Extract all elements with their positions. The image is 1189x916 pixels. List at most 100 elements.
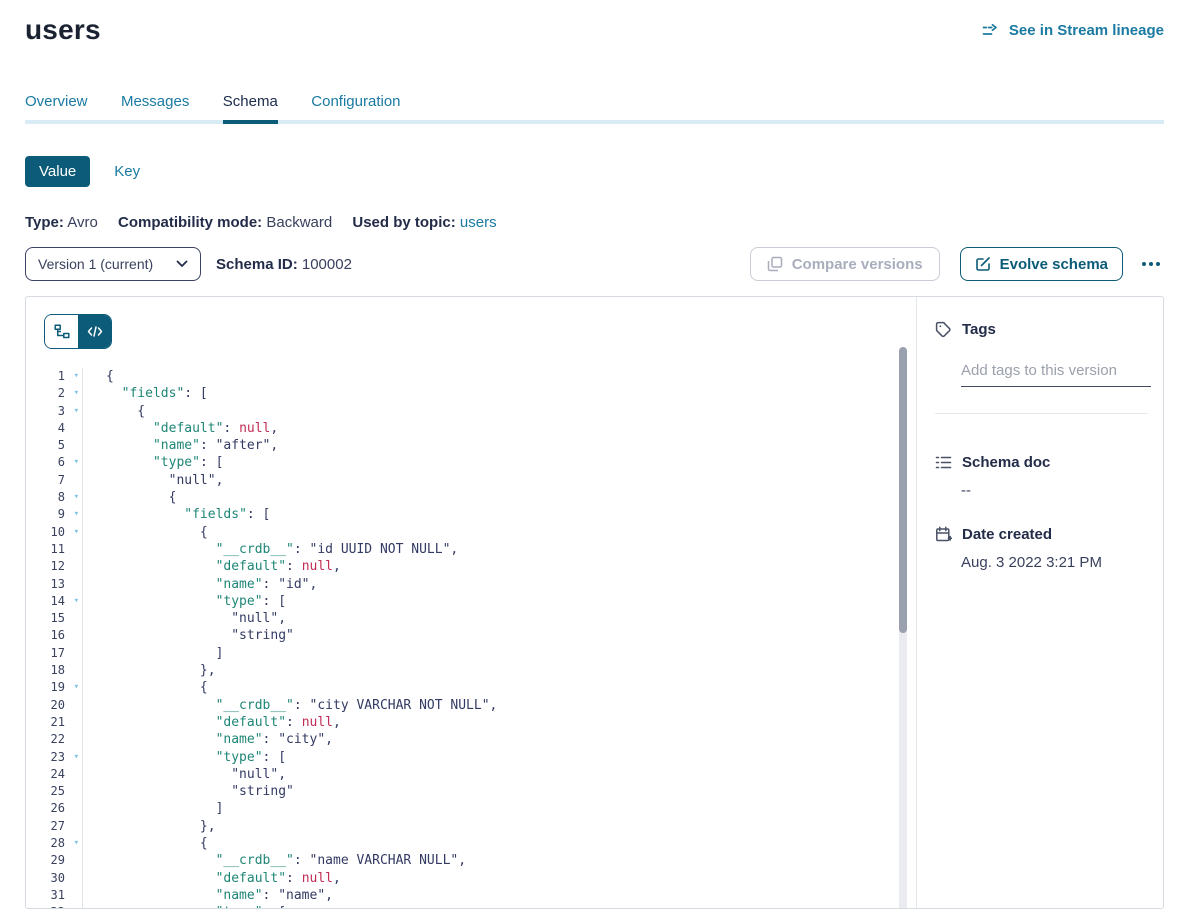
line-number: 5 bbox=[26, 437, 83, 454]
code-line-text: "type": [ bbox=[83, 593, 286, 610]
fold-toggle-icon[interactable]: ▾ bbox=[74, 904, 79, 909]
schema-sidebar: Tags Schema doc -- bbox=[916, 297, 1163, 908]
code-line-text: "string" bbox=[83, 627, 294, 644]
tab-schema[interactable]: Schema bbox=[223, 93, 278, 124]
code-line: 18 }, bbox=[26, 662, 916, 679]
line-number: 30 bbox=[26, 870, 83, 887]
code-line-text: }, bbox=[83, 818, 216, 835]
fold-toggle-icon[interactable]: ▾ bbox=[74, 593, 79, 610]
version-select[interactable]: Version 1 (current) bbox=[25, 247, 201, 281]
code-toolbar bbox=[26, 297, 916, 349]
fold-toggle-icon[interactable]: ▾ bbox=[74, 749, 79, 766]
code-line: 3▾ { bbox=[26, 403, 916, 420]
code-line: 10▾ { bbox=[26, 524, 916, 541]
code-line-text: { bbox=[83, 403, 145, 420]
scrollbar-track[interactable] bbox=[899, 347, 907, 908]
code-line-text: "name": "after", bbox=[83, 437, 278, 454]
line-number: 18 bbox=[26, 662, 83, 679]
line-number: 9▾ bbox=[26, 506, 83, 523]
fold-toggle-icon[interactable]: ▾ bbox=[74, 506, 79, 523]
code-view-button[interactable] bbox=[78, 315, 111, 348]
code-line-text: "string" bbox=[83, 783, 294, 800]
code-line-text: "null", bbox=[83, 766, 286, 783]
tree-view-button[interactable] bbox=[45, 315, 78, 348]
code-line: 27 }, bbox=[26, 818, 916, 835]
fold-toggle-icon[interactable]: ▾ bbox=[74, 679, 79, 696]
compare-versions-button[interactable]: Compare versions bbox=[750, 247, 940, 281]
value-tab-button[interactable]: Value bbox=[25, 156, 90, 187]
copy-icon bbox=[767, 256, 783, 272]
code-line: 26 ] bbox=[26, 800, 916, 817]
value-key-toggle: Value Key bbox=[25, 156, 1164, 187]
sidebar-divider bbox=[935, 413, 1148, 414]
code-line-text: ] bbox=[83, 800, 223, 817]
line-number: 21 bbox=[26, 714, 83, 731]
line-number: 32▾ bbox=[26, 904, 83, 909]
version-controls-row: Version 1 (current) Schema ID: 100002 Co… bbox=[25, 247, 1164, 281]
code-line-text: "null", bbox=[83, 472, 223, 489]
code-line-text: "name": "name", bbox=[83, 887, 333, 904]
scrollbar-thumb[interactable] bbox=[899, 347, 907, 633]
line-number: 23▾ bbox=[26, 749, 83, 766]
code-line: 28▾ { bbox=[26, 835, 916, 852]
chevron-down-icon bbox=[176, 260, 188, 268]
fold-toggle-icon[interactable]: ▾ bbox=[74, 524, 79, 541]
code-line-text: "type": [ bbox=[83, 749, 286, 766]
fold-toggle-icon[interactable]: ▾ bbox=[74, 368, 79, 385]
schema-doc-value: -- bbox=[961, 482, 1148, 499]
schema-panel: 1▾{2▾ "fields": [3▾ {4 "default": null,5… bbox=[25, 296, 1164, 909]
code-line-text: { bbox=[83, 679, 208, 696]
tab-bar: Overview Messages Schema Configuration bbox=[25, 93, 1164, 124]
code-line: 22 "name": "city", bbox=[26, 731, 916, 748]
key-tab-button[interactable]: Key bbox=[114, 163, 140, 180]
fold-toggle-icon[interactable]: ▾ bbox=[74, 454, 79, 471]
code-editor: 1▾{2▾ "fields": [3▾ {4 "default": null,5… bbox=[26, 368, 916, 909]
line-number: 4 bbox=[26, 420, 83, 437]
stream-lineage-link[interactable]: See in Stream lineage bbox=[982, 22, 1164, 39]
more-actions-button[interactable] bbox=[1138, 258, 1164, 270]
date-created-title: Date created bbox=[962, 526, 1052, 543]
topic-link[interactable]: users bbox=[460, 214, 497, 231]
line-number: 2▾ bbox=[26, 385, 83, 402]
code-line: 29 "__crdb__": "name VARCHAR NULL", bbox=[26, 852, 916, 869]
version-select-value: Version 1 (current) bbox=[38, 256, 153, 272]
type-label: Type: bbox=[25, 214, 64, 231]
line-number: 29 bbox=[26, 852, 83, 869]
fold-toggle-icon[interactable]: ▾ bbox=[74, 835, 79, 852]
fold-toggle-icon[interactable]: ▾ bbox=[74, 403, 79, 420]
fold-toggle-icon[interactable]: ▾ bbox=[74, 385, 79, 402]
code-line: 16 "string" bbox=[26, 627, 916, 644]
stream-lineage-label: See in Stream lineage bbox=[1009, 22, 1164, 39]
page-header: users See in Stream lineage bbox=[25, 0, 1164, 46]
code-line: 5 "name": "after", bbox=[26, 437, 916, 454]
line-number: 26 bbox=[26, 800, 83, 817]
line-number: 15 bbox=[26, 610, 83, 627]
stream-lineage-icon bbox=[982, 24, 1001, 37]
line-number: 13 bbox=[26, 576, 83, 593]
code-line: 23▾ "type": [ bbox=[26, 749, 916, 766]
schema-meta-row: Type: Avro Compatibility mode: Backward … bbox=[25, 214, 1164, 231]
calendar-plus-icon bbox=[935, 526, 952, 543]
evolve-schema-button[interactable]: Evolve schema bbox=[960, 247, 1123, 281]
code-line: 9▾ "fields": [ bbox=[26, 506, 916, 523]
code-line: 8▾ { bbox=[26, 489, 916, 506]
line-number: 11 bbox=[26, 541, 83, 558]
code-line: 7 "null", bbox=[26, 472, 916, 489]
tag-icon bbox=[935, 321, 952, 338]
add-tags-input[interactable] bbox=[961, 360, 1151, 387]
code-line: 19▾ { bbox=[26, 679, 916, 696]
code-line-text: "type": [ bbox=[83, 904, 286, 909]
code-line: 31 "name": "name", bbox=[26, 887, 916, 904]
code-line: 15 "null", bbox=[26, 610, 916, 627]
code-line: 4 "default": null, bbox=[26, 420, 916, 437]
line-number: 27 bbox=[26, 818, 83, 835]
code-icon bbox=[87, 325, 103, 338]
fold-toggle-icon[interactable]: ▾ bbox=[74, 489, 79, 506]
line-number: 16 bbox=[26, 627, 83, 644]
code-line-text: "name": "city", bbox=[83, 731, 333, 748]
line-number: 20 bbox=[26, 697, 83, 714]
schema-doc-section: Schema doc -- bbox=[935, 454, 1148, 499]
code-line-text: { bbox=[83, 489, 176, 506]
code-line-text: "default": null, bbox=[83, 714, 341, 731]
schema-id-value: 100002 bbox=[302, 256, 352, 273]
